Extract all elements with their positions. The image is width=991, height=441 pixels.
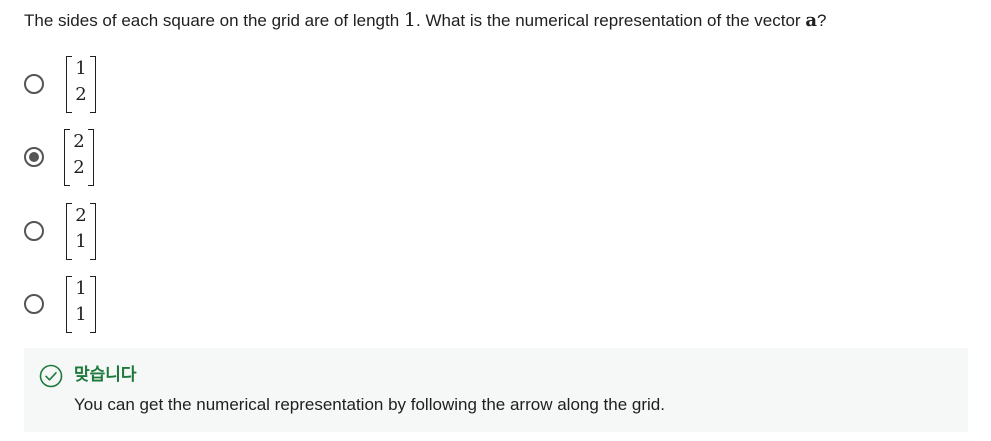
vector-entry-bottom: 1 — [75, 304, 87, 325]
left-bracket — [64, 129, 70, 186]
question-prefix: The sides of each square on the grid are… — [24, 11, 404, 30]
question-middle: . What is the numerical representation o… — [416, 11, 806, 30]
column-vector: 1 1 — [66, 275, 96, 333]
left-bracket — [66, 203, 72, 260]
answer-option-3[interactable]: 2 1 — [20, 202, 96, 260]
answer-option-2[interactable]: 2 2 — [20, 128, 94, 186]
question-suffix: ? — [817, 11, 827, 30]
column-vector: 1 2 — [66, 55, 96, 113]
vector-entry-bottom: 2 — [75, 84, 87, 105]
radio-button[interactable] — [24, 221, 44, 241]
answer-option-1[interactable]: 1 2 — [20, 55, 96, 113]
question-text: The sides of each square on the grid are… — [24, 8, 826, 33]
radio-button[interactable] — [24, 294, 44, 314]
length-value: 1 — [403, 9, 417, 31]
left-bracket — [66, 56, 72, 113]
vector-entry-top: 2 — [75, 205, 87, 226]
radio-button-selected[interactable] — [24, 147, 44, 167]
column-vector: 2 2 — [64, 128, 94, 186]
check-circle-icon — [39, 364, 63, 388]
right-bracket — [90, 56, 96, 113]
vector-entry-bottom: 2 — [73, 157, 85, 178]
feedback-title: 맞습니다 — [74, 365, 137, 385]
feedback-panel: 맞습니다 You can get the numerical represent… — [24, 348, 968, 432]
vector-symbol: a — [805, 10, 817, 31]
answer-option-4[interactable]: 1 1 — [20, 275, 96, 333]
vector-entry-top: 1 — [75, 58, 87, 79]
vector-entry-top: 1 — [75, 278, 87, 299]
radio-button[interactable] — [24, 74, 44, 94]
right-bracket — [90, 276, 96, 333]
vector-entry-top: 2 — [73, 131, 85, 152]
left-bracket — [66, 276, 72, 333]
right-bracket — [90, 203, 96, 260]
column-vector: 2 1 — [66, 202, 96, 260]
right-bracket — [88, 129, 94, 186]
feedback-explanation: You can get the numerical representation… — [74, 395, 665, 414]
vector-entry-bottom: 1 — [75, 231, 87, 252]
